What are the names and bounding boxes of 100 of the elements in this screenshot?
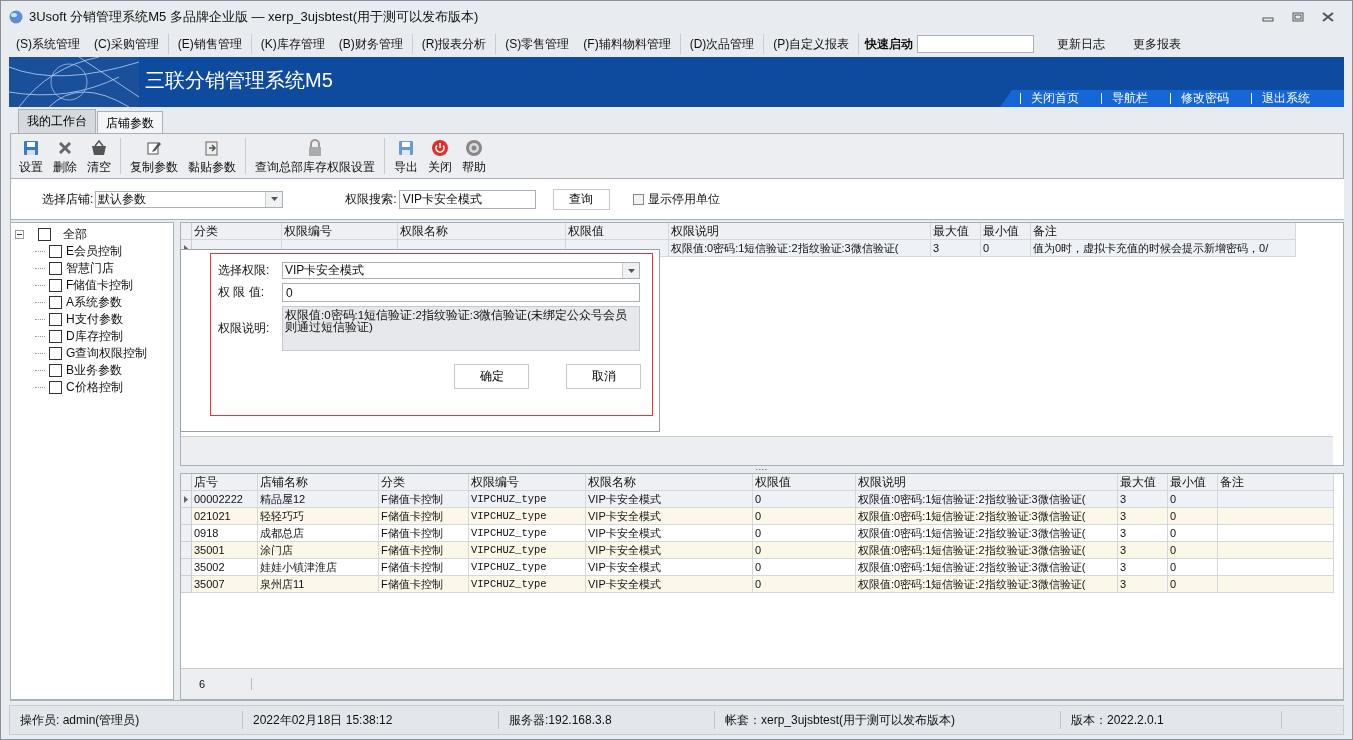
checkbox[interactable] [49,262,62,275]
power-icon [431,139,449,157]
checkbox[interactable] [49,330,62,343]
search-label: 权限搜索: [345,190,397,208]
menu-item[interactable]: (B)财务管理 [331,35,410,53]
toolbar-button[interactable]: 删除 [48,137,82,178]
table-cell: 0 [753,508,856,525]
caret-icon [627,268,635,273]
row-selector[interactable] [181,491,192,508]
table-cell: 涂门店 [258,542,379,559]
tree-item[interactable]: F储值卡控制 [66,277,134,294]
menu-link[interactable]: 更新日志 [1050,35,1113,53]
toolbar-button[interactable]: 查询总部库存权限设置 [250,137,380,178]
checkbox[interactable] [49,279,62,292]
value-field[interactable]: 0 [282,283,640,302]
status-text: 服务器:192.168.3.8 [499,711,715,729]
checkbox[interactable] [632,193,644,205]
caret-icon [270,197,278,201]
tree-item[interactable]: 智慧门店 [66,260,114,277]
table-cell: F储值卡控制 [379,542,469,559]
tree-item[interactable]: H支付参数 [66,311,123,328]
tree-item[interactable]: G查询权限控制 [66,345,148,362]
checkbox[interactable] [49,381,62,394]
menu-link[interactable]: 更多报表 [1126,35,1189,53]
table-row[interactable]: 021021 轻轻巧巧 F储值卡控制 VIPCHUZ_type VIP卡安全模式 0 权限值:0密码:1短信验证:2指纹验证:3微信验证( 3 0 [181,508,1334,525]
tree-item[interactable]: 全部 [63,226,87,243]
table-row[interactable]: 00002222 精品屋12 F储值卡控制 VIPCHUZ_type VIP卡安全模式 0 权限值:0密码:1短信验证:2指纹验证:3微信验证( 3 0 [181,491,1334,508]
tree-item[interactable]: C价格控制 [66,379,123,396]
close-icon[interactable] [1322,12,1334,22]
toolbar-button[interactable]: 帮助 [457,137,491,178]
lock-icon [307,139,323,157]
menu-item[interactable]: (S)系统管理 [9,35,87,53]
table-cell: 35007 [192,576,258,593]
quick-launch-field[interactable] [917,35,1035,53]
table-cell: 0 [1168,576,1218,593]
toolbar-button[interactable]: 关闭 [423,137,457,178]
toolbar-button[interactable]: 复制参数 [125,137,183,178]
table-row[interactable]: 35007 泉州店11 F储值卡控制 VIPCHUZ_type VIP卡安全模式 0 权限值:0密码:1短信验证:2指纹验证:3微信验证( 3 0 [181,576,1334,593]
banner-link[interactable]: 关闭首页 [1020,93,1101,104]
toolbar-button[interactable]: 黏贴参数 [183,137,241,178]
table-cell: 0 [1168,542,1218,559]
table-cell: F储值卡控制 [379,508,469,525]
store-dropdown[interactable]: 默认参数 [95,190,284,208]
menu-item[interactable]: (S)零售管理 [498,35,577,53]
window-title: 3Usoft 分销管理系统M5 多品牌企业版 — xerp_3ujsbtest(用于测可以发布版本) [29,8,480,26]
table-cell: 权限值:0密码:1短信验证:2指纹验证:3微信验证( [669,240,931,257]
menu-item[interactable]: (F)辅料物料管理 [576,35,678,53]
menu-item[interactable]: (E)销售管理 [170,35,249,53]
tree-item[interactable]: E会员控制 [66,243,122,260]
table-cell: 35001 [192,542,258,559]
ok-button[interactable]: 确定 [454,364,529,389]
toolbar-button[interactable]: 清空 [82,137,116,178]
banner-link[interactable]: 导航栏 [1101,93,1170,104]
banner-link[interactable]: 修改密码 [1170,93,1251,104]
checkbox[interactable] [49,313,62,326]
table-cell: 0 [753,576,856,593]
table-row[interactable]: 35001 涂门店 F储值卡控制 VIPCHUZ_type VIP卡安全模式 0 权限值:0密码:1短信验证:2指纹验证:3微信验证( 3 0 [181,542,1334,559]
store-label: 选择店铺: [42,190,94,208]
pencil-icon [145,139,163,157]
table-cell: 0 [981,240,1031,257]
status-text: 2022年02月18日 15:38:12 [243,711,499,729]
table-cell: 3 [1118,542,1168,559]
query-button[interactable]: 查询 [552,188,610,210]
tree-item[interactable]: B业务参数 [66,362,122,379]
paste-icon [203,139,221,157]
tree-item[interactable]: A系统参数 [66,294,122,311]
description-field[interactable]: 权限值:0密码:1短信验证:2指纹验证:3微信验证(未绑定公众号会员则通过短信验证) [282,306,640,351]
checkbox[interactable] [49,347,62,360]
table-cell: 3 [1118,576,1168,593]
checkbox[interactable] [49,296,62,309]
basket-icon [89,139,109,157]
permission-dropdown[interactable]: VIP卡安全模式 [282,262,640,279]
table-cell: 权限值:0密码:1短信验证:2指纹验证:3微信验证( [856,542,1118,559]
checkbox[interactable] [49,245,62,258]
table-cell: VIPCHUZ_type [469,542,586,559]
tree-item[interactable]: D库存控制 [66,328,123,345]
splitter-grip-icon[interactable] [755,468,769,471]
checkbox[interactable] [49,364,62,377]
status-text: 版本：2022.2.0.1 [1061,711,1282,729]
menu-item[interactable]: (R)报表分析 [414,35,494,53]
table-cell: 0 [1168,508,1218,525]
banner-link[interactable]: 退出系统 [1251,93,1332,104]
menu-item[interactable]: (C)采购管理 [87,35,166,53]
table-cell: 泉州店11 [258,576,379,593]
cancel-button[interactable]: 取消 [566,364,641,389]
table-cell: VIP卡安全模式 [586,508,753,525]
collapse-icon[interactable] [15,230,24,239]
table-cell: VIPCHUZ_type [469,508,586,525]
menu-item[interactable]: (K)库存管理 [253,35,332,53]
toolbar-button[interactable]: 设置 [14,137,48,178]
search-field[interactable]: VIP卡安全模式 [398,189,536,209]
restore-icon[interactable] [1292,12,1304,22]
menu-item[interactable]: (D)次品管理 [682,35,762,53]
toolbar-button[interactable]: 导出 [389,137,423,178]
checkbox[interactable] [38,228,51,241]
tab[interactable]: 店铺参数 [97,111,163,133]
table-cell: 021021 [192,508,258,525]
menu-item[interactable]: (P)自定义报表 [766,35,857,53]
globe-icon [9,10,23,24]
tab[interactable]: 我的工作台 [18,109,96,133]
